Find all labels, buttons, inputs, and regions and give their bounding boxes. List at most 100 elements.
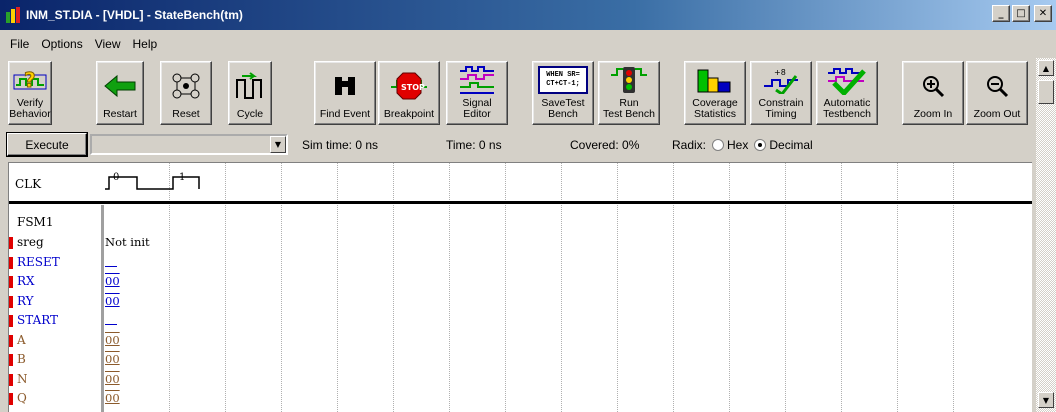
cycle-button[interactable]: Cycle [228,61,272,125]
signal-editor-icon [460,66,494,94]
command-combo[interactable]: ▼ [90,134,288,155]
clock-value-high: 1 [179,172,186,183]
toolbar: ? Verify Behavior Restart Reset Cycle Fi… [0,58,1056,128]
signal-editor-button[interactable]: Signal Editor [446,61,508,125]
menu-view[interactable]: View [89,35,127,53]
constrain-timing-label: Constrain Timing [758,97,804,120]
verify-behavior-button[interactable]: ? Verify Behavior [8,61,52,125]
signal-marker [9,393,13,405]
verify-behavior-icon: ? [13,68,47,93]
menu-file[interactable]: File [4,35,35,53]
scroll-thumb[interactable] [1038,80,1054,104]
group-label: FSM1 [17,215,54,229]
zoom-in-button[interactable]: Zoom In [902,61,964,125]
signal-name[interactable]: START [17,313,58,327]
radix-hex-radio[interactable] [712,139,725,151]
signal-name[interactable]: A [17,333,26,347]
find-event-button[interactable]: Find Event [314,61,376,125]
reset-fsm-icon [172,73,200,98]
run-test-bench-button[interactable]: Run Test Bench [598,61,660,125]
run-test-bench-label: Run Test Bench [603,97,655,120]
coverage-statistics-button[interactable]: Coverage Statistics [684,61,746,125]
vertical-scrollbar[interactable]: ▲ ▼ [1036,58,1056,412]
signal-value: 00 [105,371,120,386]
close-button[interactable]: ✕ [1034,5,1052,22]
sim-time-status: Sim time: 0 ns [302,138,379,152]
app-icon [6,7,22,23]
scroll-up-button[interactable]: ▲ [1038,60,1054,76]
signal-name[interactable]: RY [17,294,34,308]
cycle-label: Cycle [236,108,264,120]
radix-group: Radix: Hex Decimal [672,138,813,152]
find-event-label: Find Event [319,108,371,120]
signal-name[interactable]: RESET [17,255,60,269]
breakpoint-label: Breakpoint [383,108,435,120]
execute-row: Execute ▼ Sim time: 0 ns Time: 0 ns Cove… [0,132,1040,158]
save-test-bench-button[interactable]: WHEN SR= CT+CT-1; SaveTest Bench [532,61,594,125]
signal-name[interactable]: N [17,372,28,386]
clock-signal-name: CLK [15,177,42,191]
chevron-down-icon[interactable]: ▼ [270,136,286,153]
stop-sign-icon: STOP [391,72,427,99]
signal-marker [9,295,13,308]
radix-decimal-radio[interactable] [754,139,767,151]
zoom-out-label: Zoom Out [973,108,1021,120]
signal-value: 00 [105,352,120,366]
signal-name[interactable]: sreg [17,235,44,249]
verify-behavior-label: Verify Behavior [9,97,51,120]
signal-name[interactable]: B [17,352,26,366]
radix-hex-label: Hex [727,138,749,152]
traffic-light-icon [611,67,647,93]
constrain-timing-button[interactable]: +8 Constrain Timing [750,61,812,125]
title-bar[interactable]: INM_ST.DIA - [VHDL] - StateBench(tm) _ □… [0,0,1056,30]
zoom-in-icon [923,75,945,97]
reset-label: Reset [172,108,200,120]
svg-text:?: ? [24,68,36,92]
covered-status: Covered: 0% [570,138,640,152]
menu-bar: File Options View Help [0,33,163,55]
constrain-timing-icon: +8 [764,68,798,94]
restart-label: Restart [103,108,137,120]
menu-options[interactable]: Options [35,35,88,53]
signal-marker [9,334,13,347]
minimize-button[interactable]: _ [992,5,1010,22]
maximize-button[interactable]: □ [1012,5,1030,22]
automatic-testbench-label: Automatic Testbench [823,97,871,120]
clock-row: CLK 0 1 [9,163,1032,203]
signal-marker [9,237,13,249]
automatic-testbench-button[interactable]: Automatic Testbench [816,61,878,125]
signal-marker [9,354,13,366]
breakpoint-button[interactable]: STOP Breakpoint [378,61,440,125]
time-status: Time: 0 ns [446,138,502,152]
signal-name[interactable]: Q [17,391,27,405]
signal-value: Not init [105,235,150,249]
coverage-statistics-label: Coverage Statistics [692,97,738,120]
cycle-clock-icon [236,71,262,99]
signal-name[interactable]: RX [17,274,35,288]
clock-separator [9,201,1032,204]
save-test-bench-label: SaveTest Bench [541,97,585,120]
zoom-in-label: Zoom In [913,108,953,120]
time-cursor[interactable] [101,205,104,412]
signal-marker [9,256,13,269]
zoom-out-button[interactable]: Zoom Out [966,61,1028,125]
binoculars-icon [335,76,355,95]
svg-text:+8: +8 [774,68,786,77]
restart-button[interactable]: Restart [96,61,144,125]
signal-marker [9,276,13,288]
signal-value: 00 [105,293,120,308]
statebench-window: INM_ST.DIA - [VHDL] - StateBench(tm) _ □… [0,0,1056,412]
signal-value [105,313,117,325]
radix-decimal-label: Decimal [769,138,813,152]
radix-label: Radix: [672,138,707,152]
execute-button[interactable]: Execute [6,132,88,157]
clock-value-low: 0 [113,172,120,183]
signal-value: 00 [105,332,120,347]
checkmark-wave-icon [828,68,866,95]
menu-help[interactable]: Help [127,35,164,53]
window-title: INM_ST.DIA - [VHDL] - StateBench(tm) [26,8,243,22]
scroll-down-button[interactable]: ▼ [1038,392,1054,408]
waveform-panel[interactable]: CLK 0 1 FSM1 sreg Not init RESET RX 00 RY 00 ST… [8,162,1032,412]
reset-button[interactable]: Reset [160,61,212,125]
coverage-bars-icon [697,69,731,93]
